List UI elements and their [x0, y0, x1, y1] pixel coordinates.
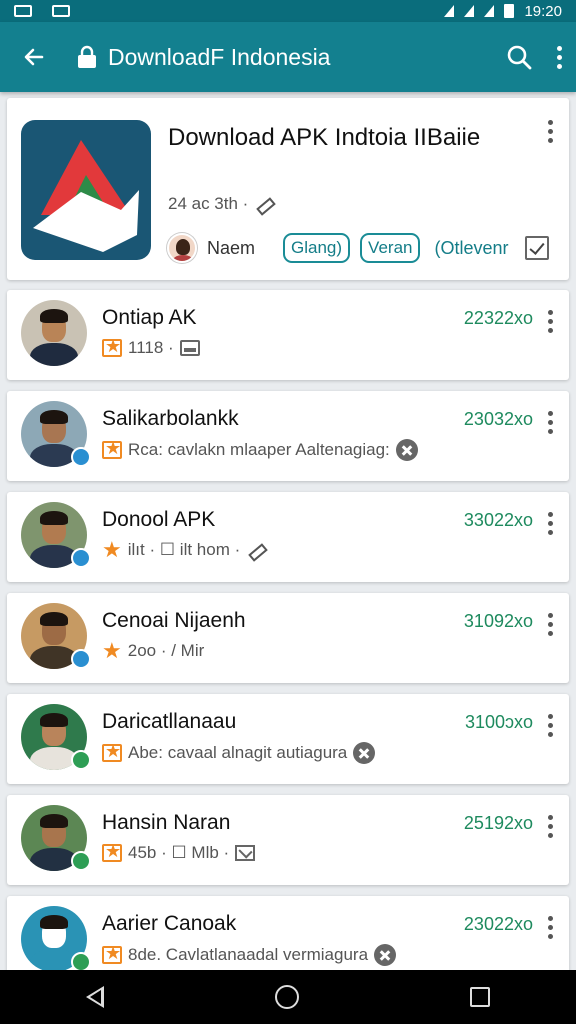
- app-size: 25192xo: [463, 813, 533, 833]
- app-subtitle-row: Abe: cavaal alnagit autiagura: [102, 741, 376, 764]
- app-list: Download APK Indtoia IIBaiie 24 ac 3th ·…: [0, 94, 576, 970]
- app-subtitle-row: 1118 ·: [102, 336, 200, 358]
- page-title: DownloadF Indonesia: [108, 43, 331, 70]
- wifi-icon: [444, 5, 455, 17]
- featured-app-row: Naem Glang) Veran (Otlevenr: [167, 233, 549, 263]
- featured-app-card[interactable]: Download APK Indtoia IIBaiie 24 ac 3th ·…: [7, 98, 569, 280]
- checkbox-icon[interactable]: [524, 236, 549, 260]
- app-subtitle-row: Rca: cavlakn mlaaper Aaltenagiag:: [102, 438, 418, 461]
- signal-icon: [464, 5, 475, 17]
- app-size: 31092xo: [463, 611, 533, 631]
- more-options-icon[interactable]: [547, 411, 553, 434]
- nav-recent-apps-icon[interactable]: [470, 987, 491, 1007]
- app-list-item[interactable]: Donool APK ★ ilıt · ☐ ilt hom · 33022xo: [7, 492, 569, 582]
- lock-icon: [78, 45, 96, 68]
- app-list-item[interactable]: Daricatllanaau Abe: cavaal alnagit autiag…: [7, 694, 569, 784]
- app-subtitle: 45b · ☐ Mlb ·: [128, 843, 230, 862]
- app-subtitle: 1118 ·: [128, 338, 174, 357]
- verified-badge-icon: [71, 952, 91, 970]
- featured-app-meta: 24 ac 3th ·: [168, 194, 274, 214]
- app-size: 33022xo: [463, 510, 533, 530]
- edit-icon: [254, 194, 274, 214]
- overflow-menu-icon[interactable]: [557, 45, 562, 69]
- app-title: Ontiap AK: [102, 306, 197, 329]
- author-avatar: [167, 233, 197, 263]
- app-title: Daricatllanaau: [102, 710, 237, 733]
- star-icon: ★: [102, 537, 122, 562]
- app-subtitle: 8de. Cavlatlanaadal vermiagura: [128, 945, 369, 964]
- app-subtitle-row: 45b · ☐ Mlb ·: [102, 841, 256, 863]
- star-outline-icon: [102, 741, 122, 762]
- back-button[interactable]: [14, 37, 54, 77]
- app-list-item[interactable]: Aarier Canoak 8de. Cavlatlanaadal vermiag…: [7, 896, 569, 970]
- verified-badge-icon: [71, 548, 91, 568]
- tag-chip[interactable]: Veran: [360, 233, 421, 263]
- app-size: 23032xo: [463, 409, 533, 429]
- more-options-icon[interactable]: [547, 815, 553, 838]
- search-icon[interactable]: [505, 43, 533, 71]
- app-list-item[interactable]: Hansin Naran 45b · ☐ Mlb · 25192xo: [7, 795, 569, 885]
- pc-icon: [179, 340, 200, 356]
- app-bar: DownloadF Indonesia: [0, 22, 576, 92]
- more-options-icon[interactable]: [547, 120, 553, 143]
- signal-icon: [484, 5, 495, 17]
- app-title: Aarier Canoak: [102, 912, 237, 935]
- app-subtitle-row: ★ 2oo · / Mir: [102, 638, 205, 663]
- author-name: Naem: [207, 237, 256, 258]
- battery-icon: [504, 4, 515, 18]
- nav-back-icon[interactable]: [85, 986, 104, 1008]
- app-list-item[interactable]: Cenoai Nijaenh ★ 2oo · / Mir 31092xo: [7, 593, 569, 683]
- more-options-icon[interactable]: [547, 916, 553, 939]
- app-subtitle: Rca: cavlakn mlaaper Aaltenagiag:: [128, 440, 390, 459]
- app-list-item[interactable]: Salikarbolankk Rca: cavlakn mlaaper Aalte…: [7, 391, 569, 481]
- notification-icon: [52, 5, 70, 17]
- app-title: Salikarbolankk: [102, 407, 239, 430]
- verified-badge-icon: [71, 447, 91, 467]
- app-list-item[interactable]: Ontiap AK 1118 · 22322xo: [7, 290, 569, 380]
- app-title: Hansin Naran: [102, 811, 231, 834]
- star-outline-icon: [102, 438, 122, 459]
- app-size: 3100ɔxo: [464, 712, 533, 732]
- system-nav-bar: [0, 970, 576, 1024]
- pen-icon: [246, 540, 266, 560]
- tag-chip[interactable]: Glang): [283, 233, 351, 263]
- app-size: 23022xo: [463, 914, 533, 934]
- app-logo-icon: [21, 120, 151, 260]
- star-icon: ★: [102, 638, 122, 663]
- more-options-icon[interactable]: [547, 613, 553, 636]
- app-title: Cenoai Nijaenh: [102, 609, 246, 632]
- app-subtitle: 2oo · / Mir: [127, 641, 205, 660]
- app-size: 22322xo: [463, 308, 533, 328]
- star-outline-icon: [102, 336, 122, 357]
- app-subtitle-row: 8de. Cavlatlanaadal vermiagura: [102, 943, 397, 966]
- verified-badge-icon: [71, 649, 91, 669]
- back-arrow-icon: [24, 48, 44, 66]
- more-options-icon[interactable]: [547, 512, 553, 535]
- status-bar: 19:20: [0, 0, 576, 22]
- app-subtitle: Abe: cavaal alnagit autiagura: [128, 743, 348, 762]
- star-outline-icon: [102, 943, 122, 964]
- nav-home-icon[interactable]: [274, 985, 299, 1009]
- status-time: 19:20: [524, 2, 562, 20]
- developer-link[interactable]: (Otlevenr: [434, 238, 508, 259]
- star-outline-icon: [102, 841, 122, 862]
- more-options-icon[interactable]: [547, 310, 553, 333]
- notification-icon: [14, 5, 32, 17]
- app-title: Donool APK: [102, 508, 216, 531]
- featured-meta-text: 24 ac 3th ·: [168, 194, 249, 213]
- verified-badge-icon: [71, 851, 91, 871]
- cross-circle-icon[interactable]: [353, 742, 376, 764]
- app-subtitle-row: ★ ilıt · ☐ ilt hom ·: [102, 537, 266, 562]
- system-icons: 19:20: [444, 3, 562, 20]
- notification-icons: [14, 5, 70, 17]
- app-bar-title: DownloadF Indonesia: [76, 44, 505, 71]
- app-subtitle: ilıt · ☐ ilt hom ·: [127, 540, 241, 559]
- verified-badge-icon: [71, 750, 91, 770]
- featured-app-title: Download APK Indtoia IIBaiie: [168, 124, 481, 151]
- mail-icon: [235, 845, 256, 861]
- more-options-icon[interactable]: [547, 714, 553, 737]
- cross-circle-icon[interactable]: [395, 439, 418, 461]
- developer-avatar: [21, 300, 87, 366]
- cross-circle-icon[interactable]: [374, 944, 397, 966]
